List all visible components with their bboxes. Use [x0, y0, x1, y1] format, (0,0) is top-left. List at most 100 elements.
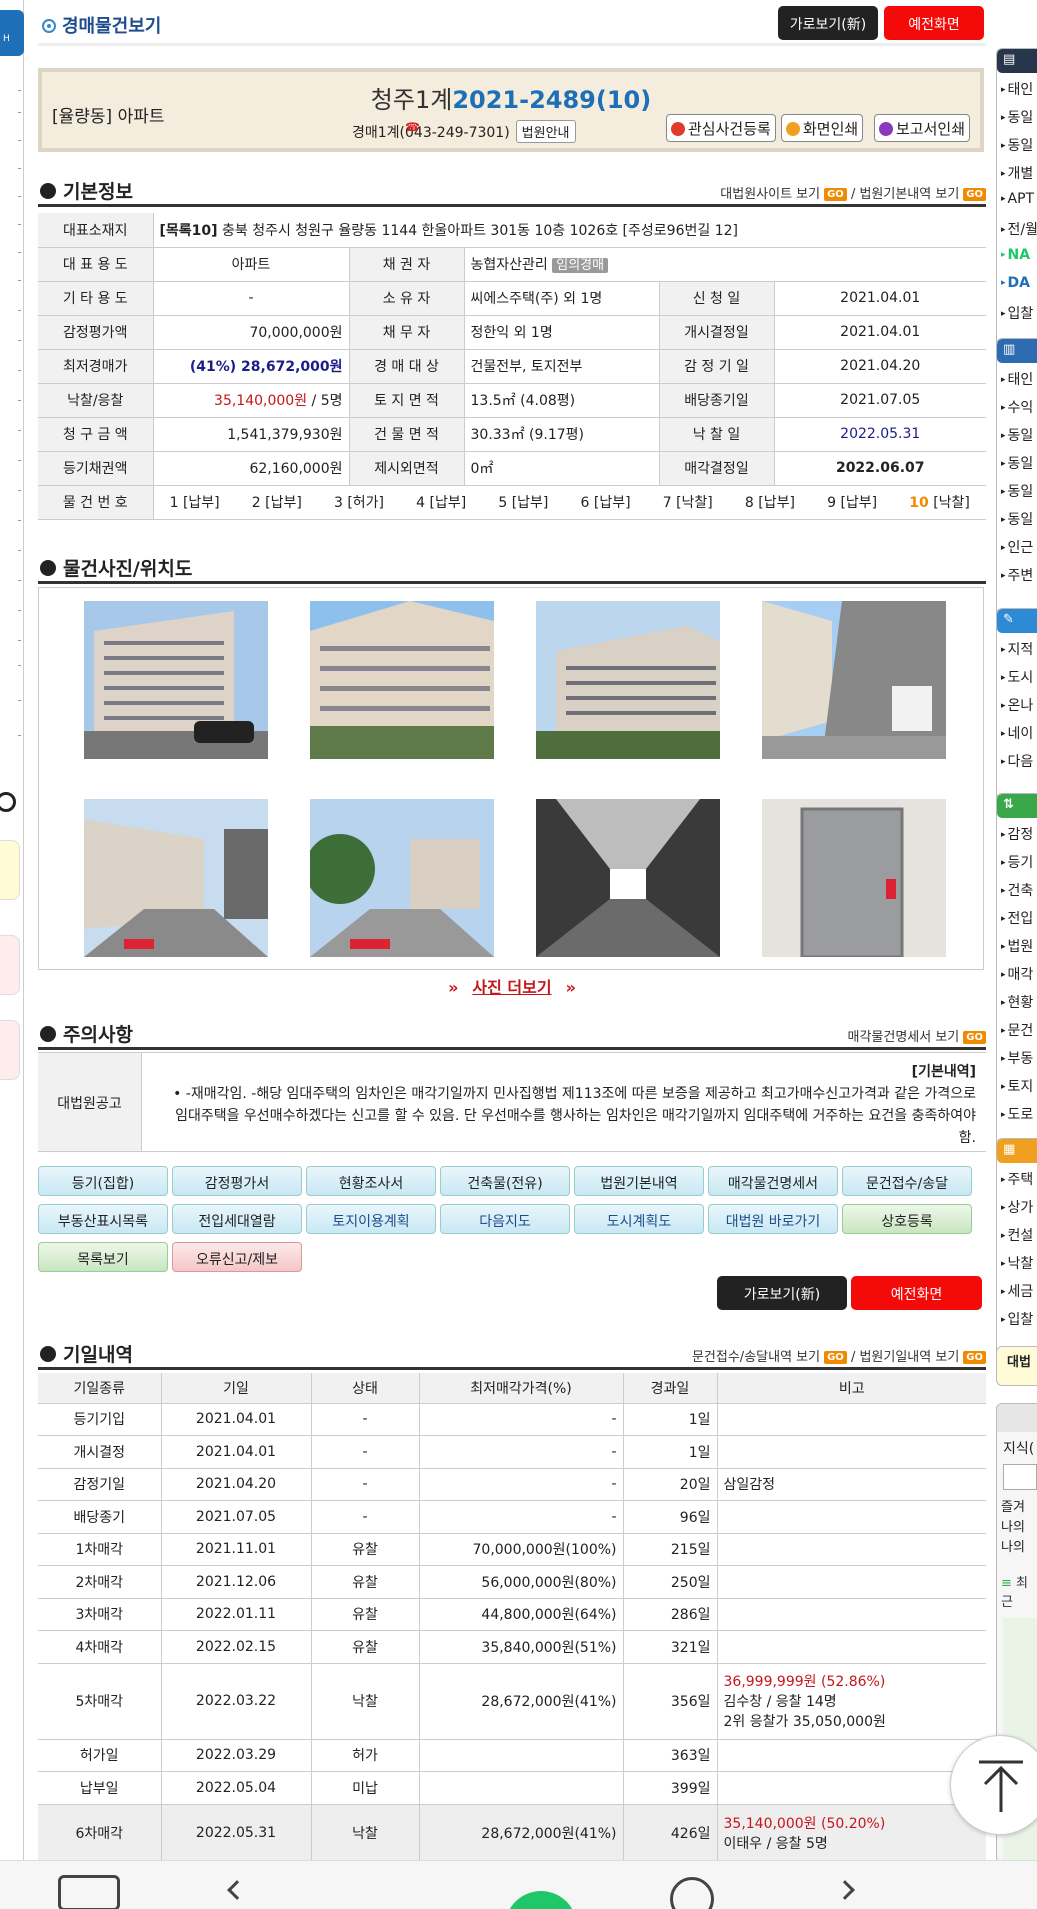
right-menu-item[interactable]: 동일 — [997, 475, 1037, 503]
right-menu-item[interactable]: 다음 — [997, 745, 1037, 773]
right-menu-item[interactable]: 전/월 — [997, 213, 1037, 241]
doc-link-button[interactable]: 문건접수/송달 — [842, 1166, 972, 1196]
right-menu-item[interactable]: 인근 — [997, 531, 1037, 559]
court-dates-link[interactable]: 법원기일내역 보기 — [859, 1350, 959, 1365]
doc-link-button[interactable]: 대법원 바로가기 — [708, 1204, 838, 1234]
doc-link-button[interactable]: 현황조사서 — [306, 1166, 436, 1196]
right-menu-item[interactable]: 주변 — [997, 559, 1037, 587]
right-menu-item[interactable]: 등기 — [997, 846, 1037, 874]
item-number[interactable]: 8 [납부] — [745, 492, 795, 512]
photo-more-link[interactable]: » 사진 더보기» — [38, 972, 986, 998]
right-menu-item[interactable]: 입찰 — [997, 297, 1037, 325]
right-menu-item[interactable]: 세금 — [997, 1275, 1037, 1303]
property-photo[interactable] — [84, 601, 268, 759]
right-menu-item[interactable]: 태인 — [997, 73, 1037, 101]
doc-link-button[interactable]: 등기(집합) — [38, 1166, 168, 1196]
item-number[interactable]: 10 [낙찰] — [909, 492, 970, 512]
property-photo[interactable] — [310, 799, 494, 957]
doc-link-button[interactable]: 매각물건명세서 — [708, 1166, 838, 1196]
right-menu-item[interactable]: 입찰 — [997, 1303, 1037, 1331]
right-menu-item[interactable]: APT — [997, 185, 1037, 213]
knowledge-search-input[interactable] — [1003, 1464, 1037, 1490]
forward-icon[interactable] — [835, 1880, 855, 1900]
landscape-view-button[interactable]: 가로보기(新) — [778, 6, 878, 40]
court-basic-link[interactable]: 법원기본내역 보기 — [859, 187, 959, 202]
doc-link-button[interactable]: 오류신고/제보 — [172, 1242, 302, 1272]
old-screen-button-bottom[interactable]: 예전화면 — [851, 1276, 982, 1310]
right-login-link[interactable]: 나의 — [1001, 1518, 1037, 1538]
right-menu-item[interactable]: 동일 — [997, 101, 1037, 129]
doc-link-button[interactable]: 도시계획도 — [574, 1204, 704, 1234]
sale-statement-link[interactable]: 매각물건명세서 보기 — [848, 1030, 960, 1045]
right-menu-item[interactable]: 동일 — [997, 129, 1037, 157]
right-menu-item[interactable]: 법원 — [997, 930, 1037, 958]
right-menu-item[interactable]: 온나 — [997, 689, 1037, 717]
right-menu-item[interactable]: 동일 — [997, 447, 1037, 475]
old-screen-button[interactable]: 예전화면 — [884, 6, 984, 40]
left-banner-2[interactable] — [0, 935, 20, 995]
doc-link-button[interactable]: 감정평가서 — [172, 1166, 302, 1196]
doc-link-button[interactable]: 상호등록 — [842, 1204, 972, 1234]
right-menu-item[interactable]: 태인 — [997, 363, 1037, 391]
right-menu-item[interactable]: 상가 — [997, 1191, 1037, 1219]
go-badge[interactable]: GO — [963, 188, 986, 201]
refresh-icon[interactable] — [670, 1877, 714, 1909]
right-menu-item[interactable]: 부동 — [997, 1042, 1037, 1070]
go-badge[interactable]: GO — [963, 1031, 986, 1044]
doc-link-button[interactable]: 건축물(전유) — [440, 1166, 570, 1196]
property-photo[interactable] — [762, 799, 946, 957]
property-photo[interactable] — [536, 799, 720, 957]
item-number[interactable]: 7 [낙찰] — [663, 492, 713, 512]
home-icon[interactable] — [505, 1891, 577, 1909]
right-menu-item[interactable]: 네이 — [997, 717, 1037, 745]
right-menu-item[interactable]: NA — [997, 241, 1037, 269]
right-menu-item[interactable]: 매각 — [997, 958, 1037, 986]
back-icon[interactable] — [227, 1880, 247, 1900]
item-number[interactable]: 4 [납부] — [416, 492, 466, 512]
left-banner-1[interactable] — [0, 840, 20, 900]
property-photo[interactable] — [762, 601, 946, 759]
right-menu-item[interactable]: 도시 — [997, 661, 1037, 689]
item-number[interactable]: 6 [납부] — [581, 492, 631, 512]
doc-link-button[interactable]: 부동산표시목록 — [38, 1204, 168, 1234]
add-interest-button[interactable]: 관심사건등록 — [666, 114, 776, 142]
doc-link-button[interactable]: 목록보기 — [38, 1242, 168, 1272]
right-menu-item[interactable]: 개별 — [997, 157, 1037, 185]
left-panel-tab[interactable]: H — [0, 10, 24, 56]
print-report-button[interactable]: 보고서인쇄 — [874, 114, 971, 142]
right-menu-item[interactable]: 컨설 — [997, 1219, 1037, 1247]
go-badge[interactable]: GO — [963, 1351, 986, 1364]
right-menu-item[interactable]: 수익 — [997, 391, 1037, 419]
documents-link[interactable]: 문건접수/송달내역 보기 — [692, 1350, 820, 1365]
property-photo[interactable] — [310, 601, 494, 759]
property-photo[interactable] — [84, 799, 268, 957]
right-menu-item[interactable]: 현황 — [997, 986, 1037, 1014]
right-menu-item[interactable]: DA — [997, 269, 1037, 297]
print-screen-button[interactable]: 화면인쇄 — [781, 114, 864, 142]
right-menu-item[interactable]: 감정 — [997, 818, 1037, 846]
item-number[interactable]: 2 [납부] — [252, 492, 302, 512]
search-icon[interactable] — [0, 792, 16, 812]
property-photo[interactable] — [536, 601, 720, 759]
item-number[interactable]: 9 [납부] — [827, 492, 877, 512]
left-banner-3[interactable] — [0, 1020, 20, 1080]
right-menu-item[interactable]: 토지 — [997, 1070, 1037, 1098]
right-menu-item[interactable]: 낙찰 — [997, 1247, 1037, 1275]
right-menu-item[interactable]: 문건 — [997, 1014, 1037, 1042]
doc-link-button[interactable]: 전입세대열람 — [172, 1204, 302, 1234]
supreme-court-site-link[interactable]: 대법원사이트 보기 — [720, 187, 820, 202]
right-login-link[interactable]: 나의 — [1001, 1538, 1037, 1558]
right-menu-item[interactable]: 동일 — [997, 503, 1037, 531]
landscape-view-button-bottom[interactable]: 가로보기(新) — [717, 1276, 847, 1310]
right-menu-item[interactable]: 전입 — [997, 902, 1037, 930]
go-badge[interactable]: GO — [824, 188, 847, 201]
tabs-icon[interactable] — [58, 1875, 120, 1909]
right-menu-item[interactable]: 지적 — [997, 633, 1037, 661]
go-badge[interactable]: GO — [824, 1351, 847, 1364]
right-login-link[interactable]: 즐겨 — [1001, 1498, 1037, 1518]
right-menu-item[interactable]: 주택 — [997, 1163, 1037, 1191]
right-menu-item[interactable]: 도로 — [997, 1098, 1037, 1126]
item-number[interactable]: 1 [납부] — [170, 492, 220, 512]
item-number[interactable]: 5 [납부] — [498, 492, 548, 512]
right-side-banner[interactable]: 대법 — [996, 1346, 1037, 1386]
